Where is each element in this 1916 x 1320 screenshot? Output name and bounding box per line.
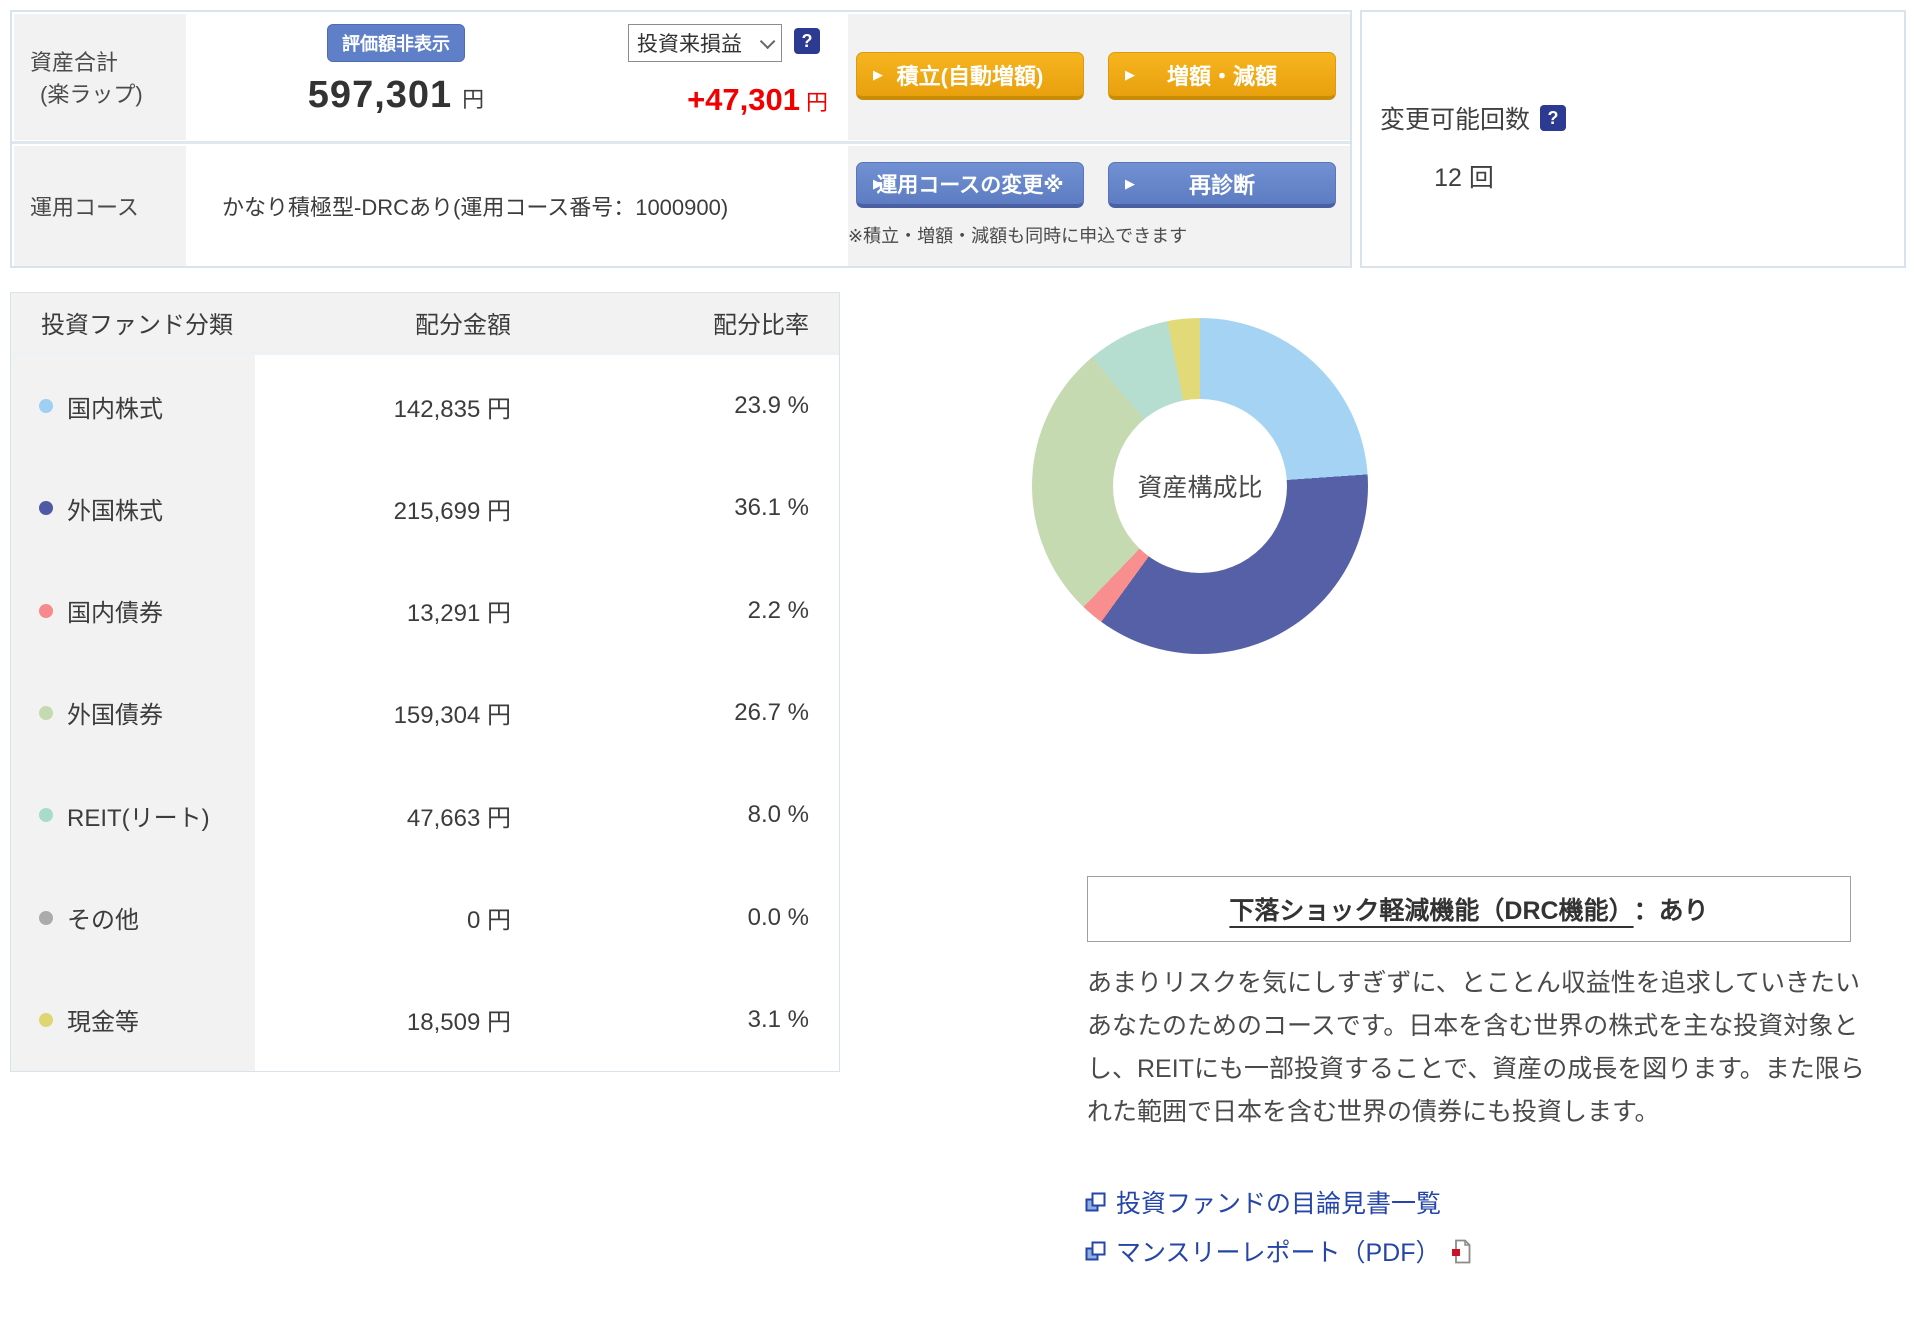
profit-period-value: 投資来損益 [637,33,742,56]
asset-summary-panel: 資産合計 (楽ラップ) 評価額非表示 597,301 円 投資来損益 ? +47,… [10,10,1352,268]
hide-valuation-button[interactable]: 評価額非表示 [327,24,465,62]
allocation-amount: 159,304 円 [393,702,511,730]
button-arrow-icon: ▶ [873,66,883,82]
asset-total-unit: 円 [462,87,485,112]
category-dot [39,501,53,516]
change-course-button-label: 運用コースの変更※ [876,173,1064,197]
asset-actions-cell: ▶ 積立(自動増額) ▶ 増額・減額 [848,14,1350,140]
zougaku-button-label: 増額・減額 [1166,63,1277,89]
allocation-amount: 0 円 [466,907,511,935]
allocation-table-header: 投資ファンド分類 配分金額 配分比率 [11,293,839,355]
allocation-ratio: 0.0 % [747,903,809,931]
table-row: その他 0 円 0.0 % [11,866,839,969]
category-label: 現金等 [67,1009,139,1037]
asset-total-sublabel: (楽ラップ) [40,82,143,107]
prospectus-link-label[interactable]: 投資ファンドの目論見書一覧 [1116,1184,1441,1220]
drc-feature-status: ：あり [1633,897,1709,925]
rediagnosis-button[interactable]: ▶ 再診断 [1108,162,1336,208]
course-note: ※積立・増額・減額も同時に申込できます [848,226,1188,246]
asset-total-label: 資産合計 [30,50,119,75]
button-arrow-icon: ▶ [1125,66,1135,82]
table-row: 国内債券 13,291 円 2.2 % [11,559,839,662]
profit-help-icon[interactable]: ? [794,28,820,54]
profit-period-select[interactable]: 投資来損益 [628,24,782,62]
allocation-ratio: 8.0 % [747,801,809,829]
pdf-file-icon [1451,1239,1470,1263]
summary-row-divider [12,141,1350,144]
profit-unit: 円 [805,90,828,115]
donut-center-label: 資産構成比 [1137,474,1263,502]
new-window-icon [1085,1241,1106,1260]
asset-total-amount: 597,301 [307,74,453,116]
button-arrow-icon: ▶ [1125,175,1135,191]
allocation-ratio: 26.7 % [734,698,809,726]
zougaku-genngaku-button[interactable]: ▶ 増額・減額 [1108,52,1336,100]
allocation-ratio: 2.2 % [747,596,809,624]
allocation-ratio: 3.1 % [747,1005,809,1033]
change-count-help-icon[interactable]: ? [1540,105,1567,131]
category-label: 外国株式 [67,497,163,525]
allocation-amount: 215,699 円 [393,497,511,525]
drc-feature-box: 下落ショック軽減機能（DRC機能） ：あり [1087,876,1851,942]
category-label: REIT(リート) [67,804,210,832]
category-label: 国内債券 [67,600,163,628]
donut-center: 資産構成比 [1113,399,1287,573]
drc-feature-title: 下落ショック軽減機能（DRC機能） [1229,897,1634,925]
monthly-report-link[interactable]: マンスリーレポート（PDF） [1085,1233,1471,1269]
chevron-down-icon [759,33,776,49]
category-dot [39,603,53,618]
table-row: REIT(リート) 47,663 円 8.0 % [11,764,839,867]
tsumitate-button-label: 積立(自動増額) [896,63,1044,89]
category-dot [39,910,53,925]
column-header-amount: 配分金額 [415,312,511,339]
change-course-button[interactable]: ▶ 運用コースの変更※ [856,162,1084,208]
asset-total-label-cell: 資産合計 (楽ラップ) [14,14,186,140]
allocation-table-body: 国内株式 142,835 円 23.9 % 外国株式 215,699 円 36.… [11,355,839,1071]
table-row: 外国株式 215,699 円 36.1 % [11,457,839,560]
course-description: あまりリスクを気にしすぎずに、とことん収益性を追求していきたいあなたのためのコー… [1087,969,1865,1126]
asset-total-value-cell: 評価額非表示 597,301 円 投資来損益 ? +47,301 円 [186,14,848,140]
profit-value-row: +47,301 円 [606,82,828,118]
prospectus-link[interactable]: 投資ファンドの目論見書一覧 [1085,1184,1471,1220]
rediagnosis-button-label: 再診断 [1188,172,1255,198]
allocation-ratio: 36.1 % [734,494,809,522]
table-row: 国内株式 142,835 円 23.9 % [11,355,839,458]
course-actions-cell: ▶ 運用コースの変更※ ▶ 再診断 ※積立・増額・減額も同時に申込できます [848,146,1350,266]
category-dot [39,1012,53,1027]
new-window-icon [1085,1192,1106,1211]
table-row: 現金等 18,509 円 3.1 % [11,968,839,1071]
category-dot [39,705,53,720]
asset-donut-chart: 資産構成比 [1032,318,1368,654]
table-row: 外国債券 159,304 円 26.7 % [11,661,839,765]
button-arrow-icon: ▶ [873,175,883,191]
category-label: 外国債券 [67,702,163,730]
column-header-ratio: 配分比率 [713,312,809,339]
allocation-ratio: 23.9 % [734,392,809,420]
allocation-amount: 13,291 円 [406,600,511,628]
monthly-report-link-label[interactable]: マンスリーレポート（PDF） [1116,1233,1441,1269]
profit-amount: +47,301 [687,82,800,117]
course-label: 運用コース [30,195,139,220]
course-value-cell: かなり積極型-DRCあり(運用コース番号：1000900) [186,146,848,266]
category-label: その他 [67,907,139,935]
course-label-cell: 運用コース [14,146,186,266]
allocation-table: 投資ファンド分類 配分金額 配分比率 国内株式 142,835 円 23.9 %… [10,292,840,1072]
allocation-amount: 142,835 円 [393,395,511,423]
category-dot [39,399,53,414]
category-dot [39,808,53,823]
change-count-value: 12 回 [1434,164,1494,192]
change-count-panel: 変更可能回数 ? 12 回 [1360,10,1906,268]
tsumitate-button[interactable]: ▶ 積立(自動増額) [856,52,1084,100]
document-links: 投資ファンドの目論見書一覧 マンスリーレポート（PDF） [1085,1184,1471,1269]
course-value: かなり積極型-DRCあり(運用コース番号：1000900) [222,195,729,220]
category-label: 国内株式 [67,395,163,423]
change-count-label: 変更可能回数 [1380,106,1531,134]
column-header-category: 投資ファンド分類 [41,312,233,339]
allocation-amount: 47,663 円 [406,804,511,832]
allocation-amount: 18,509 円 [406,1009,511,1037]
